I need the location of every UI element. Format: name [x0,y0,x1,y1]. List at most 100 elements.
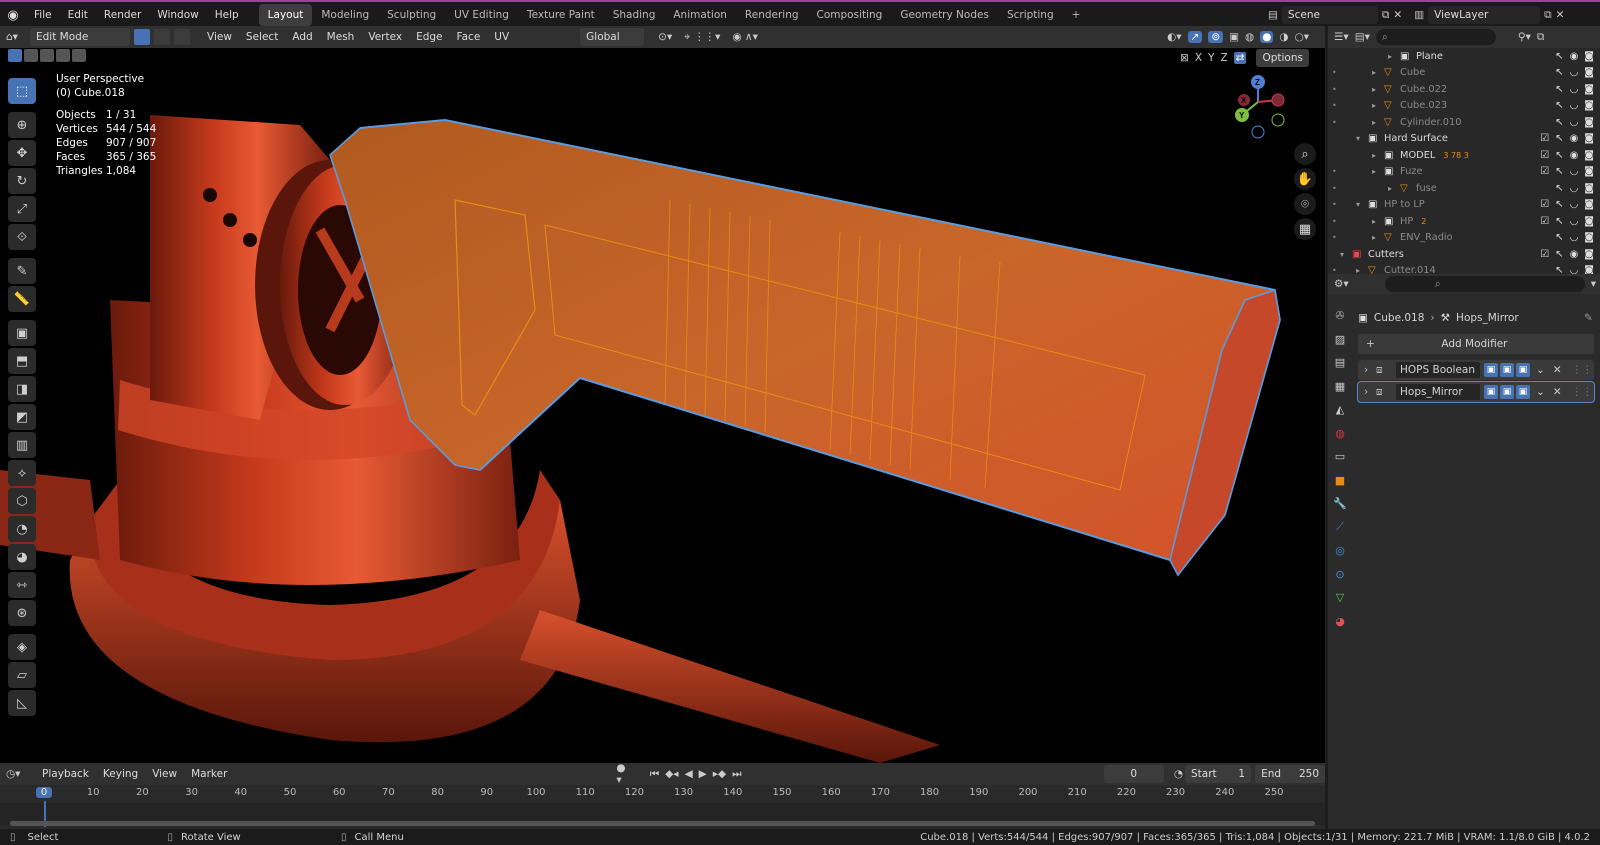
visibility-eye-icon[interactable]: ◡ [1570,166,1579,177]
tool-move-icon[interactable]: ✥ [8,140,36,166]
tool-edge-slide-icon[interactable]: ⇿ [8,572,36,598]
tool-rip-icon[interactable]: ▱ [8,662,36,688]
expand-arrow-icon[interactable]: ▸ [1372,118,1384,127]
pan-hand-icon[interactable]: ✋ [1294,168,1316,190]
visibility-eye-icon[interactable]: ◉ [1570,249,1579,260]
exclude-checkbox-icon[interactable]: ☑ [1540,166,1549,177]
properties-options-icon[interactable]: ▾ [1591,278,1596,290]
select-invert-icon[interactable] [56,49,70,62]
tool-spin-icon[interactable]: ◔ [8,516,36,542]
render-camera-icon[interactable]: ◙ [1584,51,1594,62]
tab-scripting[interactable]: Scripting [998,4,1063,26]
render-shading-icon[interactable]: ○▾ [1295,31,1309,43]
tool-poly-build-icon[interactable]: ⬡ [8,488,36,514]
constraints-tab-icon[interactable]: ⊙ [1328,563,1352,587]
tool-loop-cut-icon[interactable]: ▥ [8,432,36,458]
editmode-toggle-icon[interactable]: ▣ [1484,363,1498,377]
select-extend-icon[interactable] [24,49,38,62]
render-camera-icon[interactable]: ◙ [1584,100,1594,111]
modifier-tab-icon[interactable]: 🔧 [1328,492,1352,516]
world-tab-icon[interactable]: ◍ [1328,422,1352,446]
menu-file[interactable]: File [26,2,60,28]
menu-render[interactable]: Render [96,2,149,28]
visibility-eye-icon[interactable]: ◡ [1570,183,1579,194]
outliner-row[interactable]: • ▸ ▽ ENV_Radio ↖ ◡ ◙ [1328,230,1600,247]
outliner-row[interactable]: • ▸ ▣ Fuze ☑ ↖ ◡ ◙ [1328,164,1600,181]
tab-rendering[interactable]: Rendering [736,4,808,26]
render-camera-icon[interactable]: ◙ [1584,150,1594,161]
header-menu-edge[interactable]: Edge [409,26,449,48]
wireframe-shading-icon[interactable]: ◍ [1245,31,1254,43]
options-dropdown[interactable]: Options [1256,49,1309,67]
snap-target-icon[interactable]: ⋮⋮▾ [694,31,720,43]
expand-arrow-icon[interactable]: ▸ [1372,68,1384,77]
visibility-eye-icon[interactable]: ◡ [1570,216,1579,227]
header-menu-uv[interactable]: UV [487,26,516,48]
tab-texture-paint[interactable]: Texture Paint [518,4,604,26]
view-layer-icon[interactable]: ▥ [1414,9,1424,21]
new-scene-icon[interactable]: ⧉ [1382,9,1390,22]
tab-sculpting[interactable]: Sculpting [378,4,445,26]
selectable-icon[interactable]: ↖ [1555,117,1563,128]
header-menu-face[interactable]: Face [450,26,488,48]
selectable-icon[interactable]: ↖ [1555,183,1563,194]
mode-selector[interactable]: Edit Mode [30,28,130,46]
particles-tab-icon[interactable]: ⟋ [1328,516,1352,540]
exclude-checkbox-icon[interactable]: ☑ [1540,216,1549,227]
tab-animation[interactable]: Animation [664,4,736,26]
preview-range-icon[interactable]: ◔ [1174,768,1183,780]
expand-arrow-icon[interactable]: ▾ [1356,200,1368,209]
tool-measure-icon[interactable]: 📏 [8,286,36,312]
outliner-item-name[interactable]: Plane [1416,51,1443,62]
tool-shear-icon[interactable]: ◈ [8,634,36,660]
tool-bevel-icon[interactable]: ◩ [8,404,36,430]
tab-uv-editing[interactable]: UV Editing [445,4,518,26]
pivot-icon[interactable]: ⊙▾ [658,31,672,43]
outliner-item-name[interactable]: Cube.023 [1400,100,1447,111]
render-camera-icon[interactable]: ◙ [1584,183,1594,194]
current-frame-field[interactable]: 0 [1103,765,1164,783]
tab-geometry-nodes[interactable]: Geometry Nodes [891,4,998,26]
tab-shading[interactable]: Shading [604,4,665,26]
tool-tab-icon[interactable]: ✇ [1328,304,1352,328]
3d-viewport[interactable]: Z Y X [0,48,1325,763]
filter-icon[interactable]: ⚲▾ [1518,31,1531,43]
data-tab-icon[interactable]: ▽ [1328,586,1352,610]
selectable-icon[interactable]: ↖ [1555,84,1563,95]
collection-tab-icon[interactable]: ▭ [1328,445,1352,469]
selectable-icon[interactable]: ↖ [1555,216,1563,227]
selectable-icon[interactable]: ↖ [1555,199,1563,210]
outliner[interactable]: ▸ ▣ Plane ↖ ◉ ◙ • ▸ ▽ Cube ↖ ◡ ◙ • ▸ ▽ Cube.022 ↖ ◡ ◙ • ▸ ▽ Cub… [1328,48,1600,276]
tab-compositing[interactable]: Compositing [808,4,892,26]
new-view-layer-icon[interactable]: ⧉ [1544,9,1552,22]
render-camera-icon[interactable]: ◙ [1584,117,1594,128]
material-tab-icon[interactable]: ◕ [1328,610,1352,634]
outliner-row[interactable]: ▾ ▣ Hard Surface ☑ ↖ ◉ ◙ [1328,131,1600,148]
mirror-icon[interactable]: ⊠ [1180,52,1189,64]
expand-arrow-icon[interactable]: ▸ [1372,85,1384,94]
header-menu-add[interactable]: Add [285,26,319,48]
outliner-editor-icon[interactable]: ☰▾ [1334,31,1349,43]
selectable-icon[interactable]: ↖ [1555,51,1563,62]
auto-merge-icon[interactable]: ⇄ [1233,52,1247,64]
outliner-item-name[interactable]: HP to LP [1384,199,1425,210]
new-collection-icon[interactable]: ⧉ [1537,31,1545,44]
properties-search-input[interactable]: ⌕ [1384,276,1585,292]
tool-select-box-icon[interactable]: ⬚ [8,78,36,104]
render-camera-icon[interactable]: ◙ [1584,216,1594,227]
render-toggle-icon[interactable]: ▣ [1516,385,1530,399]
expand-arrow-icon[interactable]: ▸ [1372,167,1384,176]
visibility-eye-icon[interactable]: ◉ [1570,150,1579,161]
selectable-icon[interactable]: ↖ [1555,166,1563,177]
vertex-select-icon[interactable] [134,29,150,45]
selectable-icon[interactable]: ↖ [1555,100,1563,111]
expand-arrow-icon[interactable]: › [1364,386,1376,398]
solid-shading-icon[interactable]: ● [1260,31,1274,43]
exclude-checkbox-icon[interactable]: ☑ [1540,133,1549,144]
expand-arrow-icon[interactable]: ▾ [1356,134,1368,143]
pin-icon[interactable]: ✎ [1584,312,1593,324]
outliner-item-name[interactable]: HP [1400,216,1413,227]
selectable-icon[interactable]: ↖ [1555,249,1563,260]
snap-icon[interactable]: ⌖ [684,31,690,44]
render-camera-icon[interactable]: ◙ [1584,249,1594,260]
